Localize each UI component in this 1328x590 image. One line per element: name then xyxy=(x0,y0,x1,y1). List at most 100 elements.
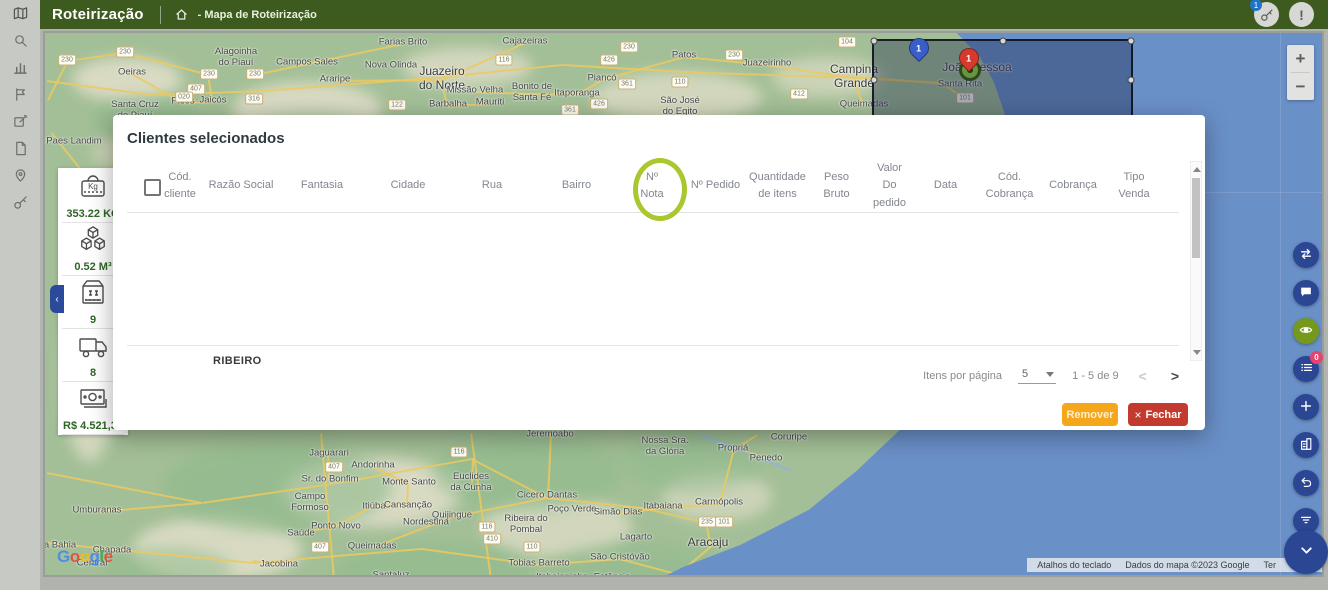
route-shield: 412 xyxy=(790,89,808,100)
map-label: Patos xyxy=(672,51,696,62)
map-label: Carmópolis xyxy=(695,498,743,509)
column-header-15: Tipo Venda xyxy=(1103,169,1165,203)
route-shield: 410 xyxy=(483,534,501,545)
scrollbar-thumb[interactable] xyxy=(1192,178,1200,258)
map-attribution: Atalhos do teclado Dados do mapa ©2023 G… xyxy=(1027,558,1322,572)
column-header-8: Nº Pedido xyxy=(685,177,746,194)
google-logo-letter: o xyxy=(70,547,80,566)
google-logo[interactable]: Google xyxy=(57,547,113,567)
map-label: Campos Sales xyxy=(276,58,338,69)
comments-button[interactable] xyxy=(1293,280,1319,306)
route-shield: 316 xyxy=(245,94,263,105)
google-logo-letter: g xyxy=(90,547,100,566)
route-shield: 101 xyxy=(715,517,733,528)
terms-link[interactable]: Ter xyxy=(1263,560,1276,570)
sidebar-item-routes[interactable] xyxy=(0,81,40,108)
route-shield: 407 xyxy=(325,462,343,473)
sidebar-item-documents[interactable] xyxy=(0,135,40,162)
zoom-out-button[interactable]: − xyxy=(1287,73,1314,100)
route-shield: 426 xyxy=(600,55,618,66)
column-header-3: Fantasia xyxy=(278,177,366,194)
map-label: Ponto Novo xyxy=(311,522,361,533)
resize-handle[interactable] xyxy=(999,38,1006,45)
collapse-panel-button[interactable]: ‹ xyxy=(50,285,64,313)
route-shield: 235 xyxy=(698,517,716,528)
map-label: Itabaianinha xyxy=(536,573,588,577)
stat-value: 9 xyxy=(90,314,96,326)
sidebar-item-tools[interactable] xyxy=(0,189,40,216)
close-button[interactable]: × Fechar xyxy=(1128,403,1188,426)
route-shield: 230 xyxy=(246,69,264,80)
sidebar-item-search[interactable] xyxy=(0,27,40,54)
map-label: Jacobina xyxy=(260,560,298,571)
pin-count: 1 xyxy=(916,43,921,53)
selected-clients-modal: Clientes selecionados Cód. clienteRazão … xyxy=(113,115,1205,430)
table-scrollbar[interactable] xyxy=(1190,161,1202,361)
next-page-button[interactable]: > xyxy=(1167,368,1183,384)
icon-sidebar xyxy=(0,0,40,590)
pagination: Itens por página 5 1 - 5 de 9 < > xyxy=(923,368,1183,384)
map-label: Barbalha xyxy=(429,100,467,111)
scroll-up-arrow[interactable] xyxy=(1193,167,1201,172)
route-shield: 230 xyxy=(200,69,218,80)
undo-button[interactable] xyxy=(1293,470,1319,496)
chevron-down-icon xyxy=(1046,372,1054,377)
swap-routes-button[interactable] xyxy=(1293,242,1319,268)
pin-icon xyxy=(13,168,28,183)
resize-handle[interactable] xyxy=(871,77,878,84)
route-shield: 116 xyxy=(478,522,495,533)
previous-page-button[interactable]: < xyxy=(1135,368,1151,384)
sidebar-item-reports[interactable] xyxy=(0,54,40,81)
map-label: Itabaiana xyxy=(643,502,682,513)
filter-icon xyxy=(1299,513,1313,530)
map-label: Cansanção xyxy=(384,501,432,512)
sidebar-item-map[interactable] xyxy=(0,0,40,27)
map-label: Umburanas xyxy=(72,506,121,517)
svg-text:Kg: Kg xyxy=(88,182,98,191)
map-label: Queimadas xyxy=(348,542,397,553)
weight-icon: Kg xyxy=(76,172,110,207)
route-shield: 116 xyxy=(495,55,512,66)
map-label: Propriá xyxy=(718,444,749,455)
list-icon xyxy=(1300,361,1313,377)
route-shield: 230 xyxy=(620,42,638,53)
map-label: Jaicós xyxy=(200,96,227,107)
keyboard-shortcuts-link[interactable]: Atalhos do teclado xyxy=(1037,560,1111,570)
route-shield: 230 xyxy=(116,47,134,58)
map-label: Santaluz xyxy=(373,571,410,577)
zoom-in-button[interactable]: + xyxy=(1287,45,1314,72)
map-label: Araripe xyxy=(320,75,351,86)
company-button[interactable] xyxy=(1293,432,1319,458)
column-header-2: Razão Social xyxy=(204,177,278,194)
remove-button[interactable]: Remover xyxy=(1062,403,1118,426)
stat-value: 353.22 KG xyxy=(66,208,119,220)
map-label: Paes Landim xyxy=(46,137,101,148)
column-header-13: Cód. Cobrança xyxy=(976,169,1043,203)
add-button[interactable] xyxy=(1293,394,1319,420)
route-shield: 361 xyxy=(561,105,579,116)
resize-handle[interactable] xyxy=(1128,38,1135,45)
visibility-button[interactable] xyxy=(1293,318,1319,344)
route-tools-button[interactable]: 1 xyxy=(1254,2,1279,27)
breadcrumb: - Mapa de Roteirização xyxy=(198,9,317,21)
map-label: Monte Santo xyxy=(382,478,436,489)
home-icon[interactable] xyxy=(175,8,188,21)
alert-button[interactable]: ! xyxy=(1289,2,1314,27)
sidebar-item-locations[interactable] xyxy=(0,162,40,189)
collapse-panel-button[interactable] xyxy=(1284,530,1328,574)
route-shield: 230 xyxy=(725,50,743,61)
route-shield: 230 xyxy=(58,55,76,66)
close-icon: × xyxy=(1134,408,1141,422)
stat-value: 8 xyxy=(90,367,96,379)
scroll-down-arrow[interactable] xyxy=(1193,350,1201,355)
resize-handle[interactable] xyxy=(1128,77,1135,84)
chevdown-icon xyxy=(1298,542,1315,562)
map-label: Simão Dias xyxy=(594,508,643,519)
eye-icon xyxy=(1299,323,1313,340)
map-data-link[interactable]: Dados do mapa ©2023 Google xyxy=(1125,560,1249,570)
resize-handle[interactable] xyxy=(871,38,878,45)
page-size-select[interactable]: 5 xyxy=(1018,368,1056,384)
sidebar-item-edit[interactable] xyxy=(0,108,40,135)
route-list-button[interactable]: 0 xyxy=(1293,356,1319,382)
header-divider xyxy=(160,6,161,24)
